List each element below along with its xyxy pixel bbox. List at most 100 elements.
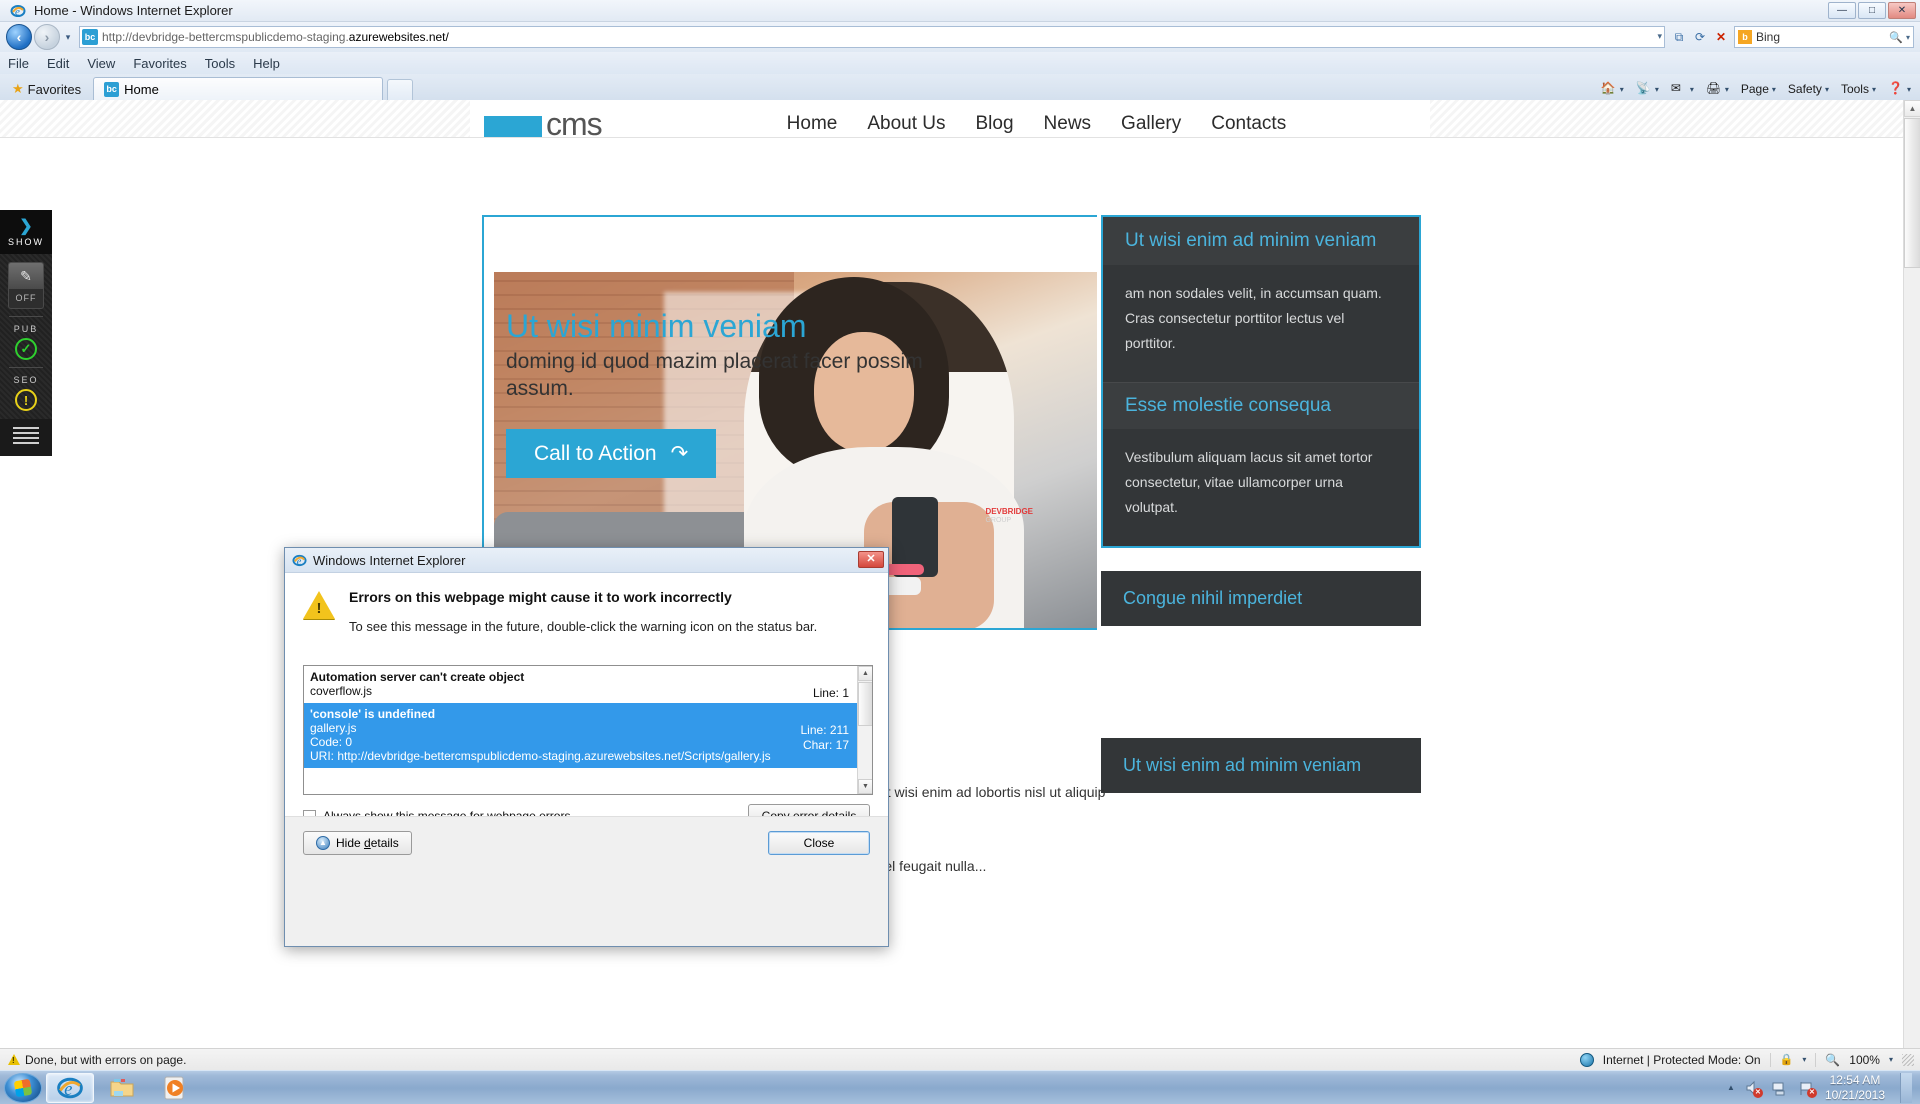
refresh-icon[interactable]: ⟳ <box>1690 26 1710 48</box>
taskbar-item-internet-explorer[interactable]: e <box>46 1072 94 1103</box>
hide-details-button[interactable]: ▲ Hide details <box>303 831 412 855</box>
cms-edit-toggle[interactable]: ✎ OFF <box>8 262 44 309</box>
dialog-close-icon[interactable]: ✕ <box>858 551 884 568</box>
error-line: Line: 211 <box>800 723 850 737</box>
menu-edit[interactable]: Edit <box>47 56 69 71</box>
error-title: Automation server can't create object <box>310 670 525 684</box>
chevron-down-icon[interactable]: ▾ <box>1655 85 1659 94</box>
chevron-down-icon[interactable]: ▾ <box>1620 85 1624 94</box>
chevron-down-icon[interactable]: ▾ <box>1772 85 1776 94</box>
chevron-down-icon[interactable]: ▾ <box>1907 85 1911 94</box>
start-button[interactable] <box>4 1072 42 1103</box>
dialog-body: ! Errors on this webpage might cause it … <box>285 573 888 869</box>
print-button[interactable]: 🖨 ▾ <box>1701 80 1734 98</box>
menu-favorites[interactable]: Favorites <box>133 56 186 71</box>
cms-edit-state-label: OFF <box>15 293 37 303</box>
privacy-report-icon[interactable]: 🔒 <box>1780 1053 1794 1066</box>
hero-heading: Ut wisi minim veniam <box>506 308 807 344</box>
error-file: coverflow.js <box>310 684 373 698</box>
feeds-button[interactable]: 📡 ▾ <box>1631 80 1664 98</box>
safety-menu[interactable]: Safety ▾ <box>1783 81 1834 97</box>
error-list-item[interactable]: Automation server can't create object co… <box>304 666 857 703</box>
back-button[interactable]: ‹ <box>6 24 32 50</box>
show-hidden-icons-icon[interactable]: ▲ <box>1727 1083 1735 1092</box>
dialog-title: Windows Internet Explorer <box>313 552 466 568</box>
tools-menu[interactable]: Tools ▾ <box>1836 81 1881 97</box>
recent-pages-chevron-icon[interactable]: ▾ <box>60 32 76 43</box>
help-menu[interactable]: ❓ ▾ <box>1883 80 1916 98</box>
action-center-flag-icon[interactable]: ✕ <box>1798 1079 1817 1098</box>
search-input[interactable]: Bing <box>1756 30 1889 44</box>
menu-help[interactable]: Help <box>253 56 280 71</box>
nav-about-us[interactable]: About Us <box>867 113 945 135</box>
zoom-icon[interactable]: 🔍 <box>1825 1053 1840 1067</box>
nav-gallery[interactable]: Gallery <box>1121 113 1181 135</box>
chevron-down-icon[interactable]: ▾ <box>1690 85 1694 94</box>
resize-grip[interactable] <box>1902 1053 1914 1066</box>
error-list-scrollbar[interactable]: ▲ ▼ <box>857 666 872 794</box>
page-scrollbar[interactable]: ▲ <box>1903 100 1920 1048</box>
warning-icon: ! <box>303 591 335 620</box>
window-title: Home - Windows Internet Explorer <box>34 3 233 18</box>
scrollbar-thumb[interactable] <box>1904 118 1920 268</box>
stop-icon[interactable]: ✕ <box>1711 26 1731 48</box>
publish-status-icon[interactable]: ✓ <box>15 338 37 360</box>
search-dropdown-chevron-icon[interactable]: ▾ <box>1906 33 1910 42</box>
nav-home[interactable]: Home <box>787 113 838 135</box>
zoom-level[interactable]: 100% <box>1849 1053 1880 1067</box>
search-icon[interactable]: 🔍 <box>1889 31 1903 44</box>
warning-icon[interactable] <box>8 1054 20 1065</box>
maximize-button[interactable]: □ <box>1858 2 1886 19</box>
home-button[interactable]: 🏠 ▾ <box>1596 80 1629 98</box>
call-to-action-button[interactable]: Call to Action ↷ <box>506 429 717 478</box>
address-bar[interactable]: bc http://devbridge-bettercmspublicdemo-… <box>79 26 1665 48</box>
dialog-close-button[interactable]: Close <box>768 831 870 855</box>
cms-show-button[interactable]: ❯ SHOW <box>0 210 52 254</box>
internet-explorer-icon: e <box>10 5 26 18</box>
scroll-up-arrow-icon[interactable]: ▲ <box>858 666 872 681</box>
script-error-dialog: e Windows Internet Explorer ✕ ! Errors o… <box>284 547 889 947</box>
minimize-button[interactable]: — <box>1828 2 1856 19</box>
address-dropdown-chevron-icon[interactable]: ▾ <box>1657 31 1662 42</box>
tab-home[interactable]: bc Home <box>93 77 384 100</box>
close-button[interactable]: ✕ <box>1888 2 1916 19</box>
error-scrollbar-thumb[interactable] <box>858 682 872 726</box>
search-box[interactable]: b Bing 🔍 ▾ <box>1734 26 1914 48</box>
page-menu[interactable]: Page ▾ <box>1736 81 1781 97</box>
chevron-down-icon[interactable]: ▾ <box>1825 85 1829 94</box>
hide-button-label-post: etails <box>370 836 399 850</box>
site-logo[interactable]: cms <box>484 108 603 138</box>
chevron-down-icon[interactable]: ▾ <box>1872 85 1876 94</box>
taskbar-item-windows-explorer[interactable] <box>98 1073 146 1103</box>
show-desktop-button[interactable] <box>1900 1072 1912 1103</box>
nav-contacts[interactable]: Contacts <box>1211 113 1286 135</box>
chevron-down-icon[interactable]: ▾ <box>1889 1055 1893 1064</box>
hero-copy: Ut wisi minim veniam doming id quod mazi… <box>506 307 926 478</box>
favorites-button[interactable]: ★ Favorites <box>4 78 89 100</box>
new-tab-button[interactable] <box>387 79 414 100</box>
menu-tools[interactable]: Tools <box>205 56 235 71</box>
site-navigation: Home About Us Blog News Gallery Contacts <box>787 113 1287 138</box>
cms-menu-button[interactable] <box>0 419 52 456</box>
menu-view[interactable]: View <box>87 56 115 71</box>
read-mail-button[interactable]: ✉ ▾ <box>1666 80 1699 98</box>
status-message-area[interactable]: Done, but with errors on page. <box>0 1053 186 1067</box>
nav-blog[interactable]: Blog <box>976 113 1014 135</box>
scroll-down-arrow-icon[interactable]: ▼ <box>858 779 872 794</box>
network-icon[interactable] <box>1771 1079 1789 1097</box>
widget-sub-body: Vestibulum aliquam lacus sit amet tortor… <box>1125 449 1373 515</box>
menu-file[interactable]: File <box>8 56 29 71</box>
chevron-down-icon[interactable]: ▾ <box>1802 1055 1806 1064</box>
chevron-down-icon[interactable]: ▾ <box>1725 85 1729 94</box>
taskbar-item-media-player[interactable] <box>150 1073 198 1103</box>
compatibility-view-icon[interactable]: ⧉ <box>1669 26 1689 48</box>
error-list[interactable]: Automation server can't create object co… <box>303 665 873 795</box>
scroll-up-arrow-icon[interactable]: ▲ <box>1904 100 1920 117</box>
nav-news[interactable]: News <box>1044 113 1092 135</box>
taskbar-clock[interactable]: 12:54 AM 10/21/2013 <box>1825 1073 1885 1103</box>
error-list-item[interactable]: 'console' is undefined gallery.js Code: … <box>304 703 857 768</box>
volume-muted-icon[interactable]: ✕ <box>1744 1079 1763 1098</box>
forward-button[interactable]: › <box>34 24 60 50</box>
seo-status-icon[interactable]: ! <box>15 389 37 411</box>
system-tray: ▲ ✕ ✕ 12:54 AM 10/21/2013 <box>1727 1072 1920 1103</box>
